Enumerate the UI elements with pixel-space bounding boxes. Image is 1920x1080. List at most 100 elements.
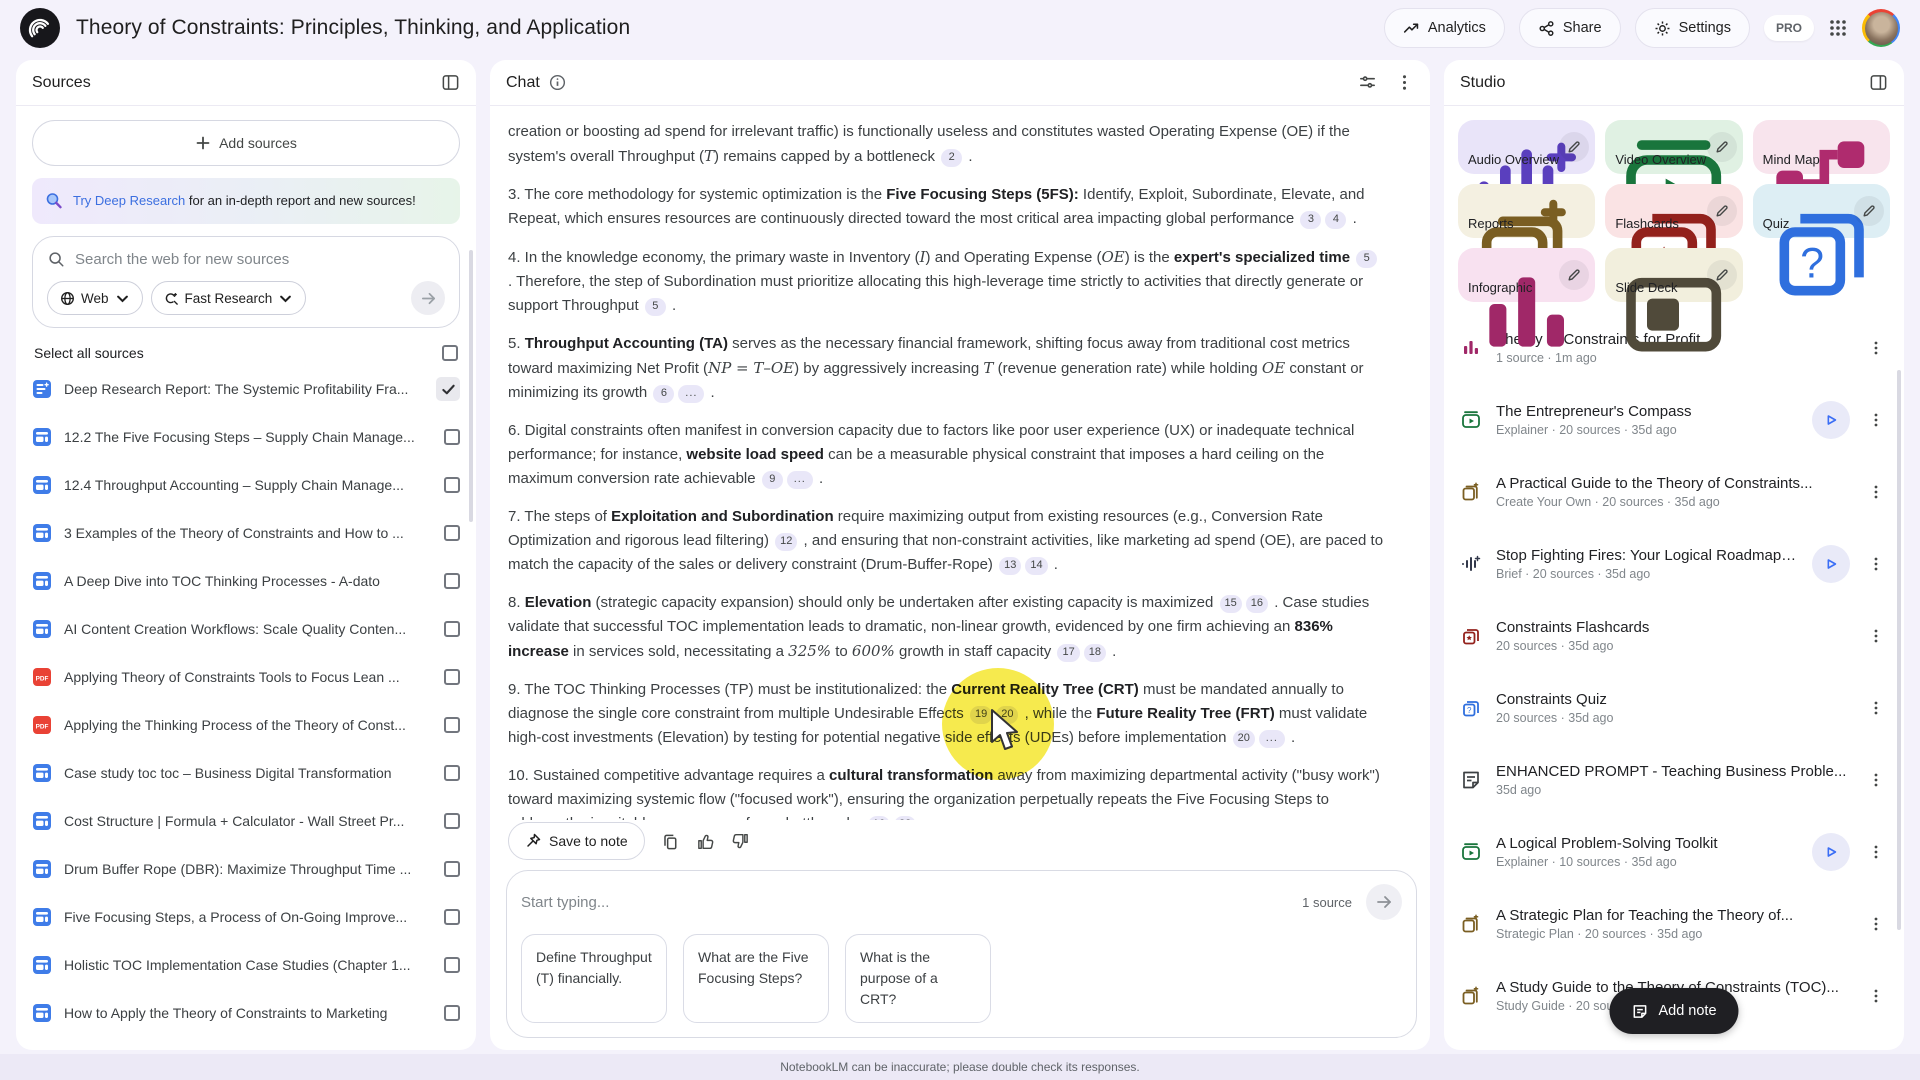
studio-tile-infographic[interactable]: Infographic: [1458, 248, 1595, 302]
studio-tile-video-overview[interactable]: Video Overview: [1605, 120, 1742, 174]
source-checkbox[interactable]: [444, 813, 460, 829]
citation-chip[interactable]: 12: [775, 533, 797, 551]
edit-pencil-icon[interactable]: [1559, 260, 1589, 290]
item-more-menu-icon[interactable]: [1864, 988, 1888, 1004]
citation-more-chip[interactable]: ...: [1259, 730, 1285, 748]
citation-chip[interactable]: 17: [1057, 644, 1079, 662]
citation-chip[interactable]: 5: [645, 298, 666, 316]
source-row[interactable]: Five Focusing Steps, a Process of On-Goi…: [32, 893, 460, 941]
studio-tile-quiz[interactable]: ?Quiz: [1753, 184, 1890, 238]
source-row[interactable]: Holistic TOC Implementation Case Studies…: [32, 941, 460, 989]
item-more-menu-icon[interactable]: [1864, 556, 1888, 572]
suggested-question-chip[interactable]: What are the Five Focusing Steps?: [683, 934, 829, 1023]
source-row[interactable]: A Deep Dive into TOC Thinking Processes …: [32, 557, 460, 605]
citation-chip[interactable]: 3: [1300, 211, 1321, 229]
source-row[interactable]: PDFApplying the Thinking Process of the …: [32, 701, 460, 749]
citation-chip[interactable]: 9: [762, 471, 783, 489]
studio-item[interactable]: A Strategic Plan for Teaching the Theory…: [1460, 888, 1888, 960]
search-input[interactable]: Search the web for new sources: [47, 250, 445, 268]
collapse-studio-panel-icon[interactable]: [1869, 73, 1888, 92]
source-row[interactable]: How to Apply the Theory of Constraints t…: [32, 989, 460, 1037]
item-more-menu-icon[interactable]: [1864, 844, 1888, 860]
thumbs-up-icon[interactable]: [696, 832, 715, 851]
edit-pencil-icon[interactable]: [1707, 132, 1737, 162]
play-button[interactable]: [1812, 833, 1850, 871]
item-more-menu-icon[interactable]: [1864, 484, 1888, 500]
sources-scrollbar[interactable]: [469, 250, 473, 522]
source-checkbox[interactable]: [444, 909, 460, 925]
citation-chip[interactable]: 2: [941, 149, 962, 167]
citation-chip[interactable]: 20: [996, 706, 1018, 724]
edit-pencil-icon[interactable]: [1559, 132, 1589, 162]
citation-more-chip[interactable]: ...: [678, 385, 704, 403]
source-row[interactable]: 12.2 The Five Focusing Steps – Supply Ch…: [32, 413, 460, 461]
studio-item[interactable]: A Practical Guide to the Theory of Const…: [1460, 456, 1888, 528]
citation-chip[interactable]: 18: [1084, 644, 1106, 662]
source-row[interactable]: Cost Structure | Formula + Calculator - …: [32, 797, 460, 845]
studio-tile-audio-overview[interactable]: Audio Overview: [1458, 120, 1595, 174]
edit-pencil-icon[interactable]: [1707, 260, 1737, 290]
studio-item[interactable]: Constraints Flashcards20 sources · 35d a…: [1460, 600, 1888, 672]
studio-tile-mind-map[interactable]: Mind Map: [1753, 120, 1890, 174]
studio-item[interactable]: The Entrepreneur's CompassExplainer · 20…: [1460, 384, 1888, 456]
citation-chip[interactable]: 16: [1246, 595, 1268, 613]
collapse-sources-panel-icon[interactable]: [441, 73, 460, 92]
settings-button[interactable]: Settings: [1635, 8, 1750, 48]
chat-settings-icon[interactable]: [1358, 73, 1377, 92]
item-more-menu-icon[interactable]: [1864, 340, 1888, 356]
studio-item[interactable]: A Logical Problem-Solving ToolkitExplain…: [1460, 816, 1888, 888]
thumbs-down-icon[interactable]: [731, 832, 750, 851]
user-avatar[interactable]: [1862, 9, 1900, 47]
try-deep-research-link[interactable]: Try Deep Research: [73, 193, 185, 208]
source-checkbox[interactable]: [444, 429, 460, 445]
source-row[interactable]: PDFApplying Theory of Constraints Tools …: [32, 653, 460, 701]
item-more-menu-icon[interactable]: [1864, 916, 1888, 932]
source-row[interactable]: AI Content Creation Workflows: Scale Qua…: [32, 605, 460, 653]
search-submit-button[interactable]: [411, 281, 445, 315]
chat-more-menu-icon[interactable]: [1395, 73, 1414, 92]
source-row[interactable]: Deep Research Report: The Systemic Profi…: [32, 365, 460, 413]
research-mode-dropdown[interactable]: Fast Research: [151, 281, 307, 315]
studio-tile-slide-deck[interactable]: Slide Deck: [1605, 248, 1742, 302]
source-row[interactable]: Drum Buffer Rope (DBR): Maximize Through…: [32, 845, 460, 893]
source-checkbox[interactable]: [444, 669, 460, 685]
studio-item[interactable]: ENHANCED PROMPT - Teaching Business Prob…: [1460, 744, 1888, 816]
source-checked-icon[interactable]: [436, 377, 460, 401]
apps-grid-icon[interactable]: [1828, 18, 1848, 38]
source-checkbox[interactable]: [444, 525, 460, 541]
select-all-checkbox[interactable]: [442, 345, 458, 361]
citation-chip[interactable]: 4: [1325, 211, 1346, 229]
deep-research-banner[interactable]: Try Deep Research for an in-depth report…: [32, 178, 460, 224]
source-checkbox[interactable]: [444, 765, 460, 781]
add-note-button[interactable]: Add note: [1609, 988, 1738, 1034]
source-checkbox[interactable]: [444, 573, 460, 589]
source-row[interactable]: 12.4 Throughput Accounting – Supply Chai…: [32, 461, 460, 509]
source-row[interactable]: 3 Examples of the Theory of Constraints …: [32, 509, 460, 557]
studio-item[interactable]: Stop Fighting Fires: Your Logical Roadma…: [1460, 528, 1888, 600]
save-to-note-button[interactable]: Save to note: [508, 822, 645, 860]
studio-item[interactable]: ?Constraints Quiz20 sources · 35d ago: [1460, 672, 1888, 744]
web-filter-dropdown[interactable]: Web: [47, 281, 143, 315]
studio-tile-reports[interactable]: Reports: [1458, 184, 1595, 238]
studio-tile-flashcards[interactable]: Flashcards: [1605, 184, 1742, 238]
citation-chip[interactable]: 13: [999, 557, 1021, 575]
source-row[interactable]: Case study toc toc – Business Digital Tr…: [32, 749, 460, 797]
suggested-question-chip[interactable]: What is the purpose of a CRT?: [845, 934, 991, 1023]
send-message-button[interactable]: [1366, 884, 1402, 920]
source-checkbox[interactable]: [444, 477, 460, 493]
item-more-menu-icon[interactable]: [1864, 772, 1888, 788]
citation-chip[interactable]: 6: [653, 385, 674, 403]
item-more-menu-icon[interactable]: [1864, 412, 1888, 428]
play-button[interactable]: [1812, 401, 1850, 439]
analytics-button[interactable]: Analytics: [1384, 8, 1505, 48]
source-checkbox[interactable]: [444, 717, 460, 733]
citation-chip[interactable]: 15: [1220, 595, 1242, 613]
source-checkbox[interactable]: [444, 1005, 460, 1021]
citation-chip[interactable]: 19: [970, 706, 992, 724]
source-checkbox[interactable]: [444, 861, 460, 877]
citation-chip[interactable]: 14: [1025, 557, 1047, 575]
citation-chip[interactable]: 20: [1233, 730, 1255, 748]
edit-pencil-icon[interactable]: [1707, 196, 1737, 226]
source-checkbox[interactable]: [444, 957, 460, 973]
info-icon[interactable]: [548, 73, 567, 92]
